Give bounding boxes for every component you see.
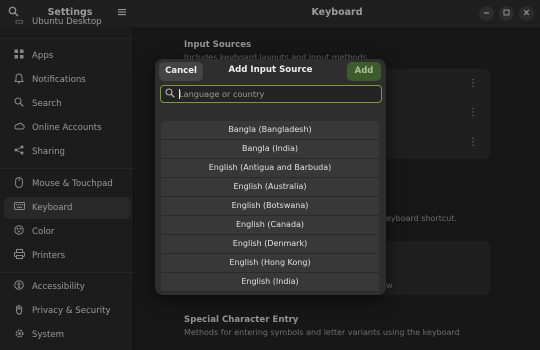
search-icon — [165, 88, 176, 99]
dialog-title: Add Input Source — [228, 65, 313, 75]
list-item[interactable]: English (Antigua and Barbuda) — [161, 159, 379, 178]
language-list: Bangla (Bangladesh) Bangla (India) Engli… — [161, 121, 379, 295]
list-item[interactable]: Bangla (Bangladesh) — [161, 121, 379, 140]
dialog-header: Cancel Add Input Source Add — [155, 59, 386, 85]
list-item[interactable]: English (Botswana) — [161, 197, 379, 216]
cancel-button[interactable]: Cancel — [159, 62, 203, 81]
list-item[interactable]: English (Australia) — [161, 178, 379, 197]
list-item[interactable]: English (Canada) — [161, 216, 379, 235]
list-item[interactable]: Bangla (India) — [161, 140, 379, 159]
search-field[interactable] — [160, 85, 382, 103]
text-cursor — [179, 89, 180, 99]
search-input[interactable] — [179, 87, 377, 100]
list-item[interactable]: English (Hong Kong) — [161, 254, 379, 273]
list-item[interactable]: English (India) — [161, 273, 379, 292]
list-item[interactable]: English (Denmark) — [161, 235, 379, 254]
add-input-source-dialog: Cancel Add Input Source Add Bangla (Bang… — [155, 59, 386, 295]
add-button[interactable]: Add — [347, 62, 381, 81]
